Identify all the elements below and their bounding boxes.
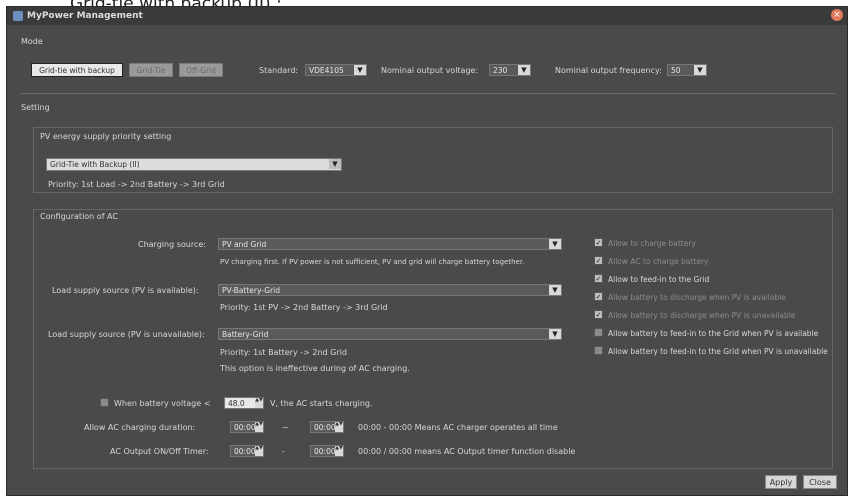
voltage-value: 230 — [493, 66, 508, 75]
load-unavailable-note: Priority: 1st Battery -> 2nd Grid — [220, 348, 347, 357]
ac-end-value: 00:00 — [314, 423, 336, 432]
load-available-value: PV-Battery-Grid — [222, 286, 281, 295]
chevron-down-icon: ▼ — [329, 159, 341, 169]
option-label: Allow AC to charge battery — [608, 257, 709, 266]
load-available-note: Priority: 1st PV -> 2nd Battery -> 3rd G… — [220, 303, 388, 312]
setting-label: Setting — [21, 103, 50, 112]
option-label: Allow to feed-in to the Grid — [608, 275, 710, 284]
standard-label: Standard: — [259, 66, 299, 75]
pv-priority-dropdown[interactable]: Grid-Tie with Backup (II) ▼ — [46, 158, 342, 171]
option-checkbox[interactable]: ✓ — [594, 310, 603, 319]
output-start-value: 00:00 — [234, 447, 256, 456]
option-checkbox[interactable] — [594, 328, 603, 337]
battery-voltage-suffix: V, the AC starts charging. — [270, 399, 373, 408]
standard-value: VDE4105 — [309, 66, 344, 75]
frequency-label: Nominal output frequency: — [555, 66, 662, 75]
option-label: Allow battery to feed-in to the Grid whe… — [608, 329, 819, 338]
output-dash: - — [282, 447, 285, 456]
load-unavailable-dropdown[interactable]: Battery-Grid ▼ — [218, 328, 562, 340]
pv-priority-title: PV energy supply priority setting — [40, 132, 172, 141]
ac-end-input[interactable]: 00:00 ▲▼ — [310, 421, 344, 433]
battery-voltage-input[interactable]: 48.0 ▲▼ — [224, 397, 264, 409]
voltage-label: Nominal output voltage: — [381, 66, 479, 75]
voltage-dropdown[interactable]: 230 ▼ — [489, 64, 531, 76]
mode-label: Mode — [21, 37, 43, 46]
apply-button[interactable]: Apply — [765, 475, 797, 489]
frequency-dropdown[interactable]: 50 ▼ — [667, 64, 707, 76]
output-end-value: 00:00 — [314, 447, 336, 456]
load-unavailable-value: Battery-Grid — [222, 330, 269, 339]
config-group: Configuration of AC Charging source: PV … — [33, 209, 833, 469]
pv-priority-group: PV energy supply priority setting Grid-T… — [33, 127, 833, 193]
stepper-icon: ▲▼ — [255, 446, 263, 456]
app-icon — [13, 11, 23, 21]
ac-duration-note: 00:00 - 00:00 Means AC charger operates … — [358, 423, 558, 432]
charging-source-note: PV charging first. If PV power is not su… — [220, 258, 525, 266]
close-icon[interactable]: × — [831, 9, 843, 21]
pv-priority-text: Priority: 1st Load -> 2nd Battery -> 3rd… — [48, 180, 225, 189]
chevron-down-icon: ▼ — [549, 285, 561, 295]
battery-voltage-checkbox[interactable] — [100, 398, 109, 407]
option-checkbox[interactable]: ✓ — [594, 256, 603, 265]
option-checkbox[interactable]: ✓ — [594, 292, 603, 301]
ac-duration-label: Allow AC charging duration: — [84, 423, 196, 432]
option-checkbox[interactable] — [594, 346, 603, 355]
chevron-down-icon: ▼ — [549, 329, 561, 339]
load-available-label: Load supply source (PV is available): — [52, 286, 199, 295]
standard-dropdown[interactable]: VDE4105 ▼ — [305, 64, 367, 76]
ac-start-value: 00:00 — [234, 423, 256, 432]
divider — [21, 93, 835, 94]
stepper-icon: ▲▼ — [255, 398, 263, 408]
settings-window: MyPower Management × Mode Grid-tie with … — [6, 6, 848, 496]
stepper-icon: ▲▼ — [335, 446, 343, 456]
output-timer-note: 00:00 / 00:00 means AC Output timer func… — [358, 447, 576, 456]
option-label: Allow battery to discharge when PV is un… — [608, 311, 796, 320]
charging-source-label: Charging source: — [138, 240, 206, 249]
chevron-down-icon: ▼ — [518, 65, 530, 75]
option-label: Allow battery to discharge when PV is av… — [608, 293, 786, 302]
option-label: Allow battery to feed-in to the Grid whe… — [608, 347, 828, 356]
option-checkbox[interactable]: ✓ — [594, 274, 603, 283]
mode-grid-tie-backup-button[interactable]: Grid-tie with backup — [31, 63, 123, 77]
load-unavailable-label: Load supply source (PV is unavailable): — [48, 330, 205, 339]
chevron-down-icon: ▼ — [694, 65, 706, 75]
pv-priority-value: Grid-Tie with Backup (II) — [50, 160, 140, 169]
mode-grid-tie-button[interactable]: Grid-Tie — [129, 63, 173, 77]
load-available-dropdown[interactable]: PV-Battery-Grid ▼ — [218, 284, 562, 296]
chevron-down-icon: ▼ — [354, 65, 366, 75]
title-bar: MyPower Management × — [7, 7, 847, 25]
battery-voltage-value: 48.0 — [228, 399, 245, 408]
output-start-input[interactable]: 00:00 ▲▼ — [230, 445, 264, 457]
option-checkbox[interactable]: ✓ — [594, 238, 603, 247]
window-title: MyPower Management — [27, 11, 143, 21]
mode-off-grid-button[interactable]: Off-Grid — [179, 63, 223, 77]
output-timer-label: AC Output ON/Off Timer: — [110, 447, 209, 456]
stepper-icon: ▲▼ — [335, 422, 343, 432]
ac-start-input[interactable]: 00:00 ▲▼ — [230, 421, 264, 433]
chevron-down-icon: ▼ — [549, 239, 561, 249]
output-end-input[interactable]: 00:00 ▲▼ — [310, 445, 344, 457]
charging-source-dropdown[interactable]: PV and Grid ▼ — [218, 238, 562, 250]
battery-voltage-label: When battery voltage < — [114, 399, 211, 408]
ac-dash: ~ — [282, 423, 289, 432]
stepper-icon: ▲▼ — [255, 422, 263, 432]
charging-source-value: PV and Grid — [222, 240, 267, 249]
frequency-value: 50 — [671, 66, 681, 75]
config-title: Configuration of AC — [40, 212, 118, 221]
close-button[interactable]: Close — [803, 475, 837, 489]
load-unavailable-note-2: This option is ineffective during of AC … — [220, 364, 410, 373]
option-label: Allow to charge battery — [608, 239, 696, 248]
